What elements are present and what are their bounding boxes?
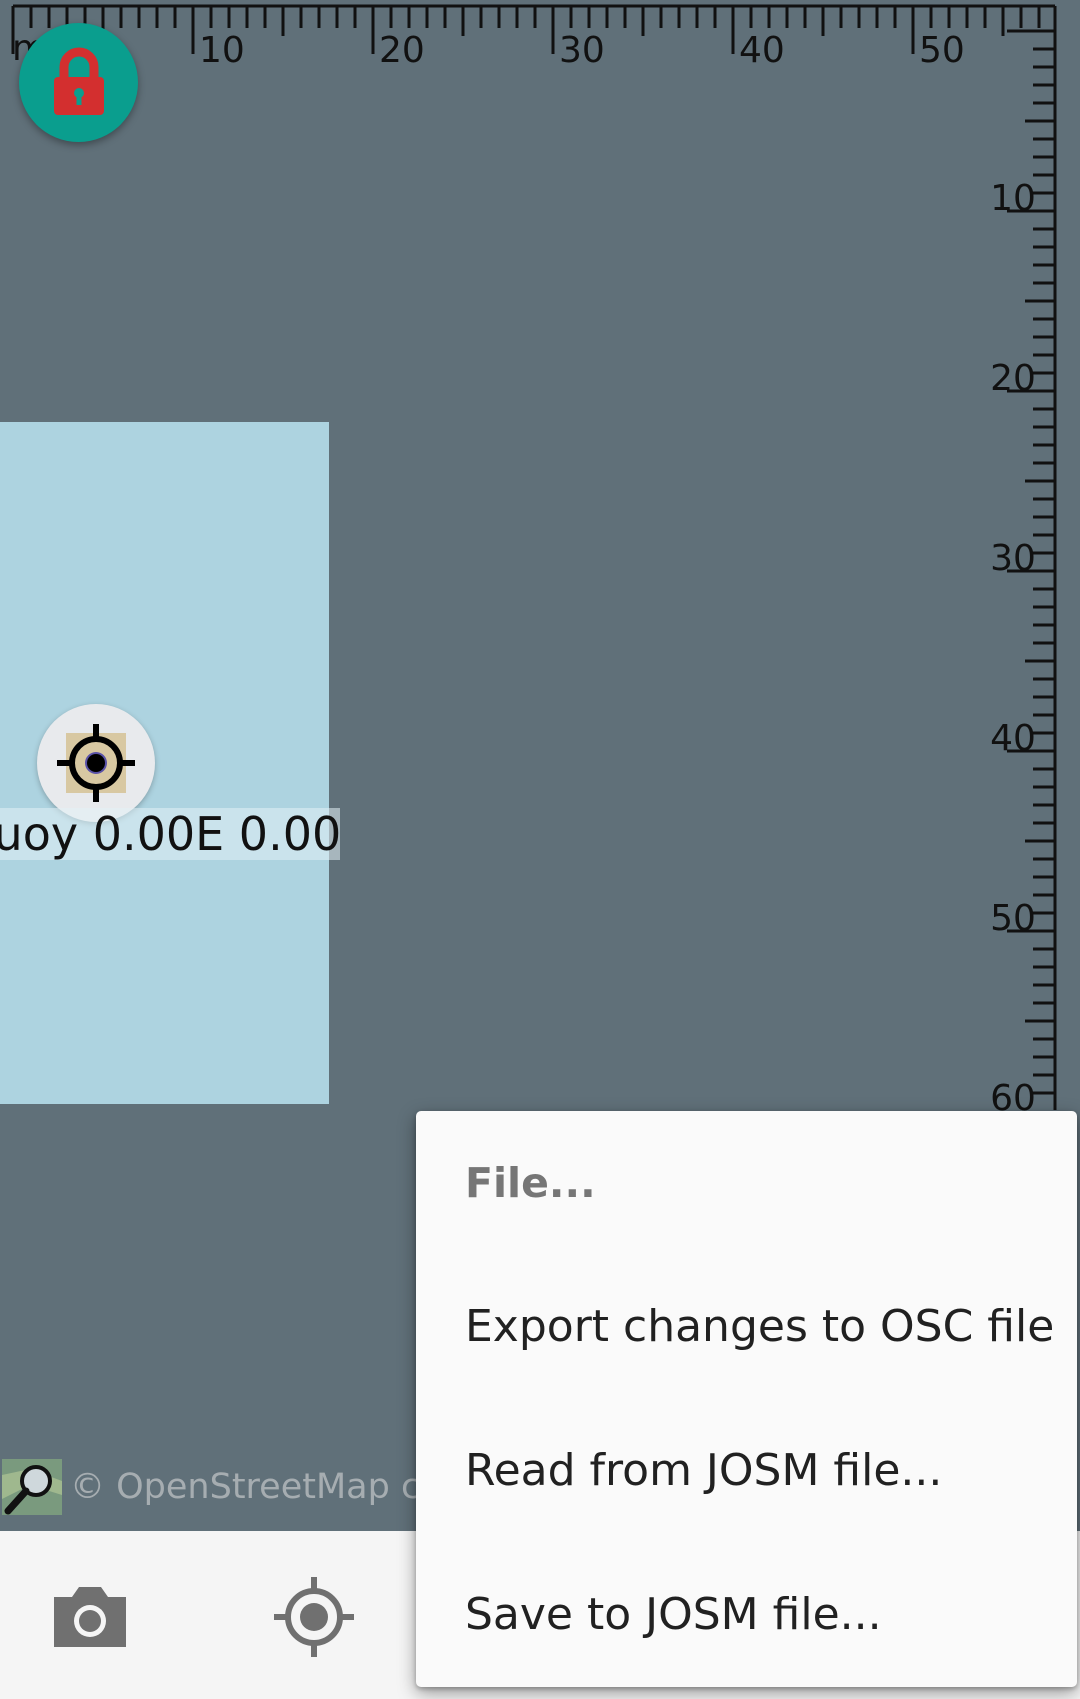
menu-item-read-josm[interactable]: Read from JOSM file... (465, 1399, 1067, 1543)
menu-item-save-josm[interactable]: Save to JOSM file... (465, 1543, 1067, 1687)
camera-button[interactable] (48, 1575, 132, 1659)
ruler-top-label: 40 (739, 30, 785, 71)
lock-button[interactable] (19, 23, 138, 142)
buoy-label-text: Buoy 0.00E 0.00N (0, 808, 340, 860)
ruler-right-label: 40 (990, 718, 1036, 759)
ruler-right-label: 50 (990, 898, 1036, 939)
attribution-text: © OpenStreetMap contributors (70, 1467, 420, 1507)
map-attribution[interactable]: © OpenStreetMap contributors (0, 1455, 420, 1519)
ruler-top-label: 30 (559, 30, 605, 71)
buoy-node-marker[interactable] (37, 704, 155, 822)
scale-ruler: m1020304050102030405060 (11, 4, 1057, 1119)
camera-icon (54, 1587, 126, 1647)
crosshair-buoy-icon (57, 724, 135, 802)
ruler-right-label: 10 (990, 178, 1036, 219)
gps-button[interactable] (272, 1575, 356, 1659)
menu-header-file: File... (465, 1159, 596, 1207)
buoy-label: Buoy 0.00E 0.00N (0, 808, 340, 860)
ruler-right-label: 20 (990, 358, 1036, 399)
ruler-top-label: 20 (379, 30, 425, 71)
ruler-right-label: 30 (990, 538, 1036, 579)
ruler-top-label: 50 (919, 30, 965, 71)
ruler-top-label: 10 (199, 30, 245, 71)
file-popup-menu: File... Export changes to OSC file Read … (416, 1111, 1077, 1687)
gps-location-icon (274, 1577, 354, 1657)
menu-item-export-osc[interactable]: Export changes to OSC file (465, 1255, 1067, 1399)
map-search-icon (2, 1459, 62, 1515)
lock-icon (54, 47, 104, 115)
